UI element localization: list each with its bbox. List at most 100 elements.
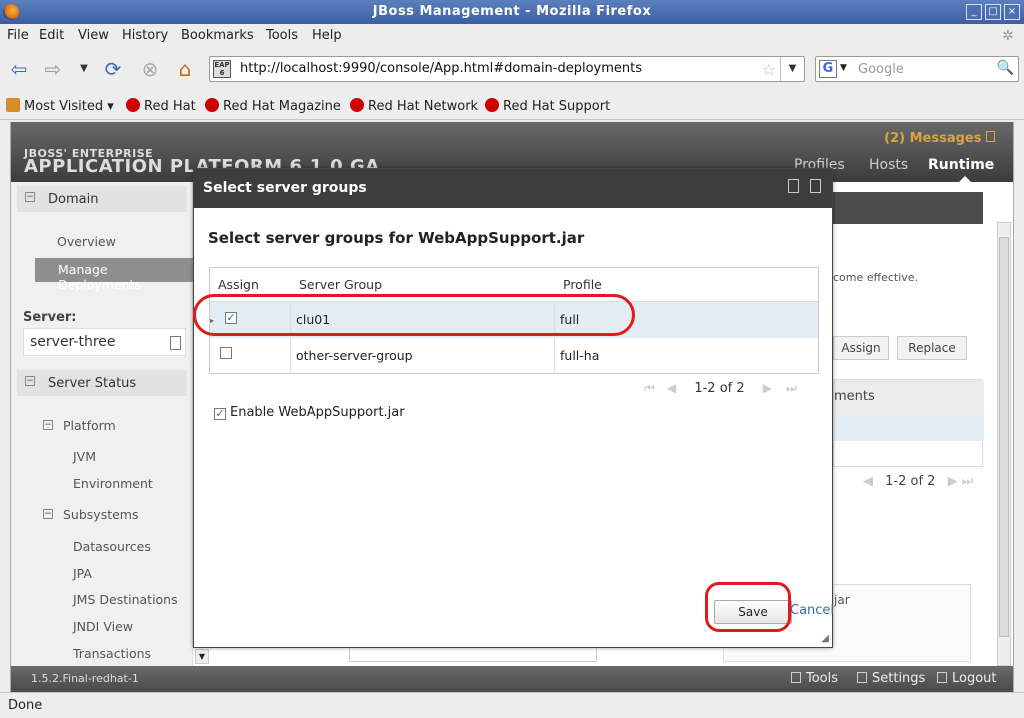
sidebar-item-subsystems[interactable]: Subsystems bbox=[63, 507, 139, 522]
tab-runtime[interactable]: Runtime bbox=[928, 157, 994, 173]
search-icon[interactable]: 🔍 bbox=[997, 60, 1014, 76]
folder-icon bbox=[6, 98, 20, 112]
content-scrollbar[interactable] bbox=[997, 222, 1011, 666]
last-page-icon[interactable]: ⏭ bbox=[786, 381, 797, 395]
stop-icon[interactable]: ⊗ bbox=[137, 56, 163, 82]
google-engine-icon[interactable]: G bbox=[819, 60, 837, 78]
menu-file[interactable]: File bbox=[7, 28, 29, 43]
active-tab-marker bbox=[959, 176, 971, 182]
enable-option[interactable]: ✓ Enable WebAppSupport.jar bbox=[214, 405, 405, 420]
messages-link[interactable]: (2) Messages bbox=[884, 131, 995, 146]
dialog-close-icon[interactable] bbox=[810, 179, 821, 193]
collapse-icon[interactable]: − bbox=[43, 420, 53, 430]
save-button[interactable]: Save bbox=[714, 600, 792, 624]
bookmark-red-hat-magazine[interactable]: Red Hat Magazine bbox=[205, 98, 341, 114]
column-divider bbox=[554, 338, 555, 374]
redhat-icon bbox=[205, 98, 219, 112]
menu-history[interactable]: History bbox=[122, 28, 168, 43]
app-footer: 1.5.2.Final-redhat-1 Tools Settings Logo… bbox=[11, 666, 1013, 692]
sidebar-item-jvm[interactable]: JVM bbox=[73, 449, 96, 464]
dialog-title: Select server groups bbox=[203, 180, 367, 196]
prev-page-icon[interactable]: ◀ bbox=[667, 381, 676, 395]
sidebar-item-jpa[interactable]: JPA bbox=[73, 566, 92, 581]
redhat-icon bbox=[485, 98, 499, 112]
sidebar-item-jms-destinations[interactable]: JMS Destinations bbox=[73, 592, 178, 607]
info-text: come effective. bbox=[833, 271, 919, 284]
assign-button[interactable]: Assign bbox=[833, 336, 889, 360]
server-select[interactable]: server-three bbox=[23, 328, 186, 356]
menu-bookmarks[interactable]: Bookmarks bbox=[181, 28, 254, 43]
sidebar-scroll-down-icon[interactable]: ▼ bbox=[195, 649, 209, 664]
url-text[interactable]: http://localhost:9990/console/App.html#d… bbox=[240, 61, 642, 76]
deployments-pager: ◀ 1-2 of 2 ▶ ⏭ bbox=[863, 474, 974, 489]
window-titlebar: JBoss Management - Mozilla Firefox _ □ × bbox=[0, 0, 1024, 24]
search-bar[interactable]: G ▼ Google 🔍 bbox=[815, 56, 1019, 82]
history-dropdown-icon[interactable]: ▼ bbox=[71, 56, 97, 82]
engine-dropdown-icon[interactable]: ▼ bbox=[840, 63, 847, 73]
sidebar-section-domain[interactable]: − Domain bbox=[17, 186, 187, 212]
scrollbar-thumb[interactable] bbox=[999, 237, 1009, 637]
next-page-icon[interactable]: ▶ ⏭ bbox=[948, 474, 974, 489]
tab-hosts[interactable]: Hosts bbox=[869, 157, 908, 173]
messages-icon bbox=[986, 131, 995, 142]
menu-help[interactable]: Help bbox=[312, 28, 342, 43]
menu-tools[interactable]: Tools bbox=[266, 28, 298, 43]
enable-checkbox[interactable]: ✓ bbox=[214, 408, 226, 420]
bookmark-red-hat-support[interactable]: Red Hat Support bbox=[485, 98, 610, 114]
home-icon[interactable]: ⌂ bbox=[172, 56, 198, 82]
table-row[interactable]: other-server-group full-ha bbox=[210, 338, 818, 374]
table-row[interactable]: ▸ ✓ clu01 full bbox=[210, 302, 818, 338]
sidebar-item-transactions[interactable]: Transactions bbox=[73, 646, 151, 661]
menu-view[interactable]: View bbox=[78, 28, 109, 43]
menu-edit[interactable]: Edit bbox=[39, 28, 64, 43]
minimize-icon[interactable]: _ bbox=[966, 4, 982, 20]
assign-checkbox-other-server-group[interactable] bbox=[220, 347, 232, 359]
column-divider bbox=[290, 302, 291, 338]
bookmark-star-icon[interactable]: ☆ bbox=[762, 60, 776, 79]
bookmark-red-hat[interactable]: Red Hat bbox=[126, 98, 196, 114]
bookmark-most-visited[interactable]: Most Visited ▾ bbox=[6, 98, 114, 114]
sidebar-item-platform[interactable]: Platform bbox=[63, 418, 116, 433]
sidebar-item-manage-deployments[interactable]: Manage Deployments bbox=[35, 258, 193, 292]
settings-link[interactable]: Settings bbox=[857, 671, 925, 686]
next-page-icon[interactable]: ▶ bbox=[763, 381, 772, 395]
maximize-icon[interactable]: □ bbox=[985, 4, 1001, 20]
table-row[interactable] bbox=[834, 413, 984, 441]
collapse-icon[interactable]: − bbox=[25, 376, 35, 386]
search-placeholder[interactable]: Google bbox=[858, 62, 904, 77]
dialog-maximize-icon[interactable] bbox=[788, 179, 799, 193]
settings-icon bbox=[857, 672, 867, 683]
forward-icon[interactable]: ⇨ bbox=[40, 56, 66, 82]
column-server-group[interactable]: Server Group bbox=[299, 277, 382, 292]
sidebar-item-datasources[interactable]: Datasources bbox=[73, 539, 151, 554]
back-icon[interactable]: ⇦ bbox=[6, 56, 32, 82]
sidebar-section-server-status[interactable]: − Server Status bbox=[17, 370, 187, 396]
row-selected-marker-icon: ▸ bbox=[210, 316, 215, 325]
server-picker-icon[interactable] bbox=[170, 336, 181, 350]
collapse-icon[interactable]: − bbox=[25, 192, 35, 202]
pager-text: 1-2 of 2 bbox=[694, 381, 745, 396]
sidebar-item-jndi-view[interactable]: JNDI View bbox=[73, 619, 133, 634]
url-bar[interactable]: EAP 6 http://localhost:9990/console/App.… bbox=[209, 56, 805, 82]
site-identity-icon[interactable]: EAP 6 bbox=[213, 60, 231, 78]
close-icon[interactable]: × bbox=[1004, 4, 1020, 20]
cancel-link[interactable]: Cancel bbox=[790, 603, 834, 618]
status-text: Done bbox=[8, 698, 43, 713]
version-text: 1.5.2.Final-redhat-1 bbox=[31, 672, 139, 685]
reload-icon[interactable]: ⟳ bbox=[100, 56, 126, 82]
column-profile[interactable]: Profile bbox=[563, 277, 602, 292]
replace-button[interactable]: Replace bbox=[897, 336, 967, 360]
sidebar-item-environment[interactable]: Environment bbox=[73, 476, 153, 491]
url-dropdown-icon[interactable]: ▼ bbox=[780, 57, 804, 81]
menu-bar: File Edit View History Bookmarks Tools H… bbox=[0, 24, 1024, 48]
logout-link[interactable]: Logout bbox=[937, 671, 997, 686]
column-assign[interactable]: Assign bbox=[218, 277, 259, 292]
resize-grip-icon[interactable]: ◢ bbox=[821, 633, 829, 644]
prev-page-icon[interactable]: ◀ bbox=[863, 474, 873, 489]
sidebar-item-overview[interactable]: Overview bbox=[57, 234, 116, 249]
tools-link[interactable]: Tools bbox=[791, 671, 838, 686]
collapse-icon[interactable]: − bbox=[43, 509, 53, 519]
first-page-icon[interactable]: ⏮ bbox=[644, 381, 655, 395]
assign-checkbox-clu01[interactable]: ✓ bbox=[225, 312, 237, 324]
bookmark-red-hat-network[interactable]: Red Hat Network bbox=[350, 98, 478, 114]
